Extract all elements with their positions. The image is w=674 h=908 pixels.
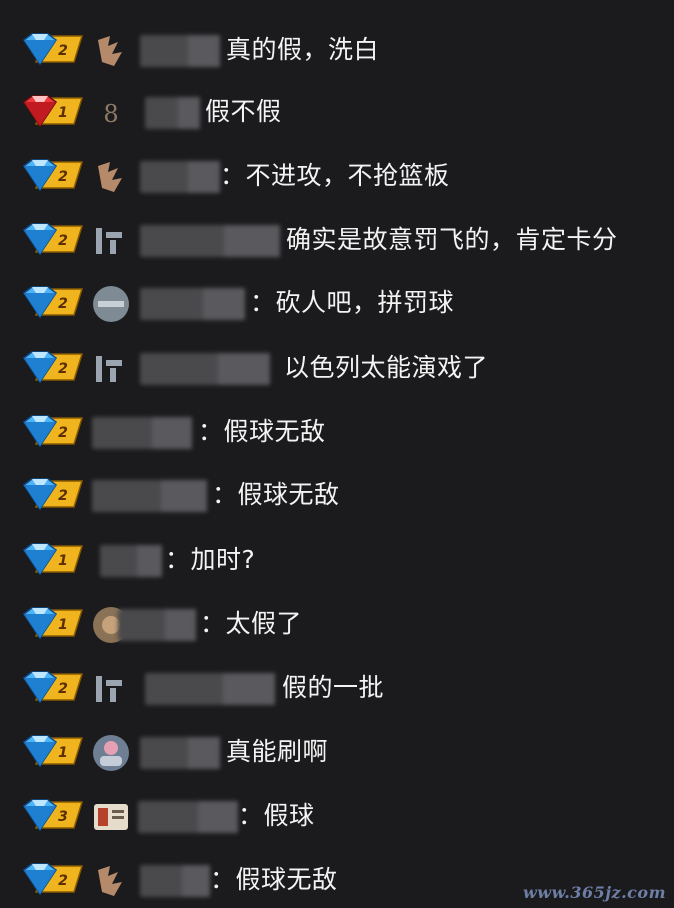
username-blurred xyxy=(140,353,270,385)
svg-text:2: 2 xyxy=(58,296,68,312)
svg-text:2: 2 xyxy=(58,488,68,504)
svg-text:2: 2 xyxy=(58,425,68,441)
avatar xyxy=(92,222,130,260)
svg-text:1: 1 xyxy=(58,617,68,633)
username-blurred xyxy=(145,97,200,129)
svg-text:2: 2 xyxy=(58,873,68,889)
svg-text:1: 1 xyxy=(58,105,68,121)
diamond-level-badge-icon: 2 xyxy=(22,33,84,66)
message-text: 确实是故意罚飞的，肯定卡分 xyxy=(286,225,618,254)
svg-text:8: 8 xyxy=(103,100,118,128)
message-text: ：假球 xyxy=(238,801,315,830)
message-text: ：假球无敌 xyxy=(198,417,326,446)
ruby-level-badge-icon: 1 xyxy=(22,95,84,128)
svg-text:2: 2 xyxy=(58,169,68,185)
message-text: 真能刷啊 xyxy=(226,737,329,766)
username-blurred xyxy=(92,417,192,449)
svg-text:1: 1 xyxy=(58,745,68,761)
svg-text:2: 2 xyxy=(58,233,68,249)
avatar xyxy=(92,670,130,708)
chat-message: 1 ：太假了 xyxy=(0,594,674,650)
chat-message: 2 确实是故意罚飞的，肯定卡分 xyxy=(0,210,674,266)
diamond-level-badge-icon: 2 xyxy=(22,286,84,319)
svg-text:2: 2 xyxy=(58,681,68,697)
chat-message: 2 以色列太能演戏了 xyxy=(0,338,674,394)
diamond-level-badge-icon: 2 xyxy=(22,863,84,896)
username-blurred xyxy=(140,865,210,897)
avatar xyxy=(92,862,130,900)
avatar xyxy=(94,804,128,830)
message-text: 真的假，洗白 xyxy=(226,35,380,64)
username-blurred xyxy=(140,161,220,193)
svg-text:2: 2 xyxy=(58,361,68,377)
chat-message: 2 假的一批 xyxy=(0,658,674,714)
message-text: ：加时? xyxy=(165,545,256,574)
message-text: ：假球无敌 xyxy=(210,865,338,894)
chat-message-list: 2 真的假，洗白 1 8 假不假 2 ：不进攻，不抢篮板 2 确实是故意罚飞的，… xyxy=(0,0,674,908)
avatar: 8 xyxy=(92,94,130,132)
svg-text:2: 2 xyxy=(58,43,68,59)
chat-message: 2 ：假球无敌 xyxy=(0,402,674,458)
username-blurred xyxy=(140,225,280,257)
message-text: 以色列太能演戏了 xyxy=(284,353,489,382)
chat-message: 1 ：加时? xyxy=(0,530,674,586)
username-blurred xyxy=(118,609,196,641)
avatar xyxy=(92,158,130,196)
diamond-level-badge-icon: 2 xyxy=(22,223,84,256)
message-text: ：太假了 xyxy=(200,609,303,638)
username-blurred xyxy=(100,545,162,577)
username-blurred xyxy=(145,673,275,705)
chat-message: 2 ：不进攻，不抢篮板 xyxy=(0,146,674,202)
chat-message: 1 8 假不假 xyxy=(0,82,674,138)
diamond-level-badge-icon: 2 xyxy=(22,159,84,192)
avatar xyxy=(93,735,129,771)
avatar xyxy=(92,350,130,388)
svg-text:1: 1 xyxy=(58,553,68,569)
message-text: ：假球无敌 xyxy=(212,480,340,509)
message-text: ：不进攻，不抢篮板 xyxy=(220,161,450,190)
svg-text:3: 3 xyxy=(58,809,68,825)
message-text: 假不假 xyxy=(205,97,282,126)
diamond-level-badge-icon: 2 xyxy=(22,351,84,384)
diamond-level-badge-icon: 2 xyxy=(22,478,84,511)
avatar xyxy=(92,32,130,70)
diamond-level-badge-icon: 2 xyxy=(22,415,84,448)
message-text: 假的一批 xyxy=(282,673,385,702)
chat-message: 2 ：假球无敌 xyxy=(0,465,674,521)
watermark: www.365jz.com xyxy=(523,883,666,902)
chat-message: 2 真的假，洗白 xyxy=(0,20,674,76)
diamond-level-badge-icon: 1 xyxy=(22,543,84,576)
diamond-level-badge-icon: 1 xyxy=(22,607,84,640)
username-blurred xyxy=(138,801,238,833)
username-blurred xyxy=(140,288,245,320)
chat-message: 1 真能刷啊 xyxy=(0,722,674,778)
username-blurred xyxy=(92,480,207,512)
diamond-level-badge-icon: 2 xyxy=(22,671,84,704)
diamond-level-badge-icon: 3 xyxy=(22,799,84,832)
avatar xyxy=(93,286,129,322)
diamond-level-badge-icon: 1 xyxy=(22,735,84,768)
chat-message: 3 ：假球 xyxy=(0,786,674,842)
username-blurred xyxy=(140,737,220,769)
username-blurred xyxy=(140,35,220,67)
message-text: ：砍人吧，拼罚球 xyxy=(250,288,455,317)
chat-message: 2 ：砍人吧，拼罚球 xyxy=(0,273,674,329)
